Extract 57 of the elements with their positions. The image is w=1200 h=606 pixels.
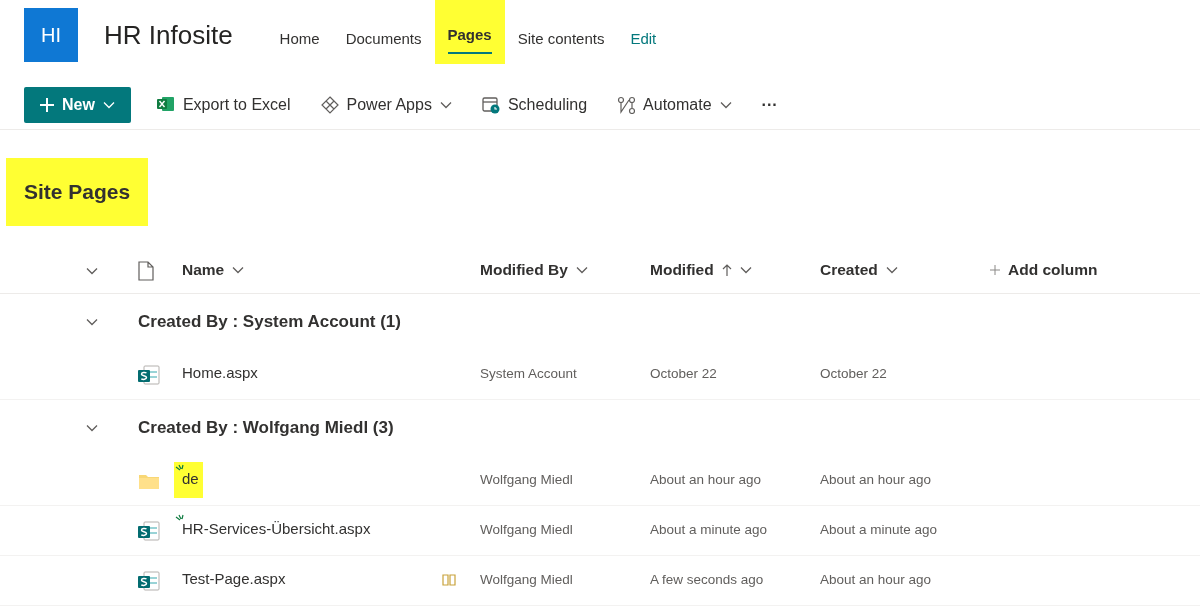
file-name-link[interactable]: HR-Services-Übersicht.aspx bbox=[174, 511, 375, 549]
table-cell-text: Wolfgang Miedl bbox=[480, 470, 574, 489]
column-header[interactable]: Created bbox=[820, 258, 898, 282]
chevron-down-icon bbox=[102, 100, 115, 109]
table-cell-text: A few seconds ago bbox=[650, 570, 765, 589]
site-title: HR Infosite bbox=[104, 19, 233, 52]
plus-icon bbox=[990, 265, 1000, 275]
arrow-up-icon bbox=[721, 264, 732, 276]
list-row[interactable]: HR-Services-Übersicht.aspx Wolfgang Miedl About a minute ago About a minute ago bbox=[0, 505, 1200, 556]
list-row[interactable]: de Wolfgang Miedl About an hour ago About an hour ago bbox=[0, 455, 1200, 506]
chevron-down-icon bbox=[885, 266, 898, 274]
toolbar-button[interactable]: Export to Excel bbox=[152, 92, 295, 117]
file-icon bbox=[138, 261, 154, 282]
chevron-down-icon bbox=[232, 266, 245, 274]
group-header: Created By : System Account (1) bbox=[138, 310, 402, 333]
table-cell-text: About a minute ago bbox=[820, 520, 939, 539]
table-cell-text: About a minute ago bbox=[650, 520, 769, 539]
list-row[interactable]: Test-Page.aspx Wolfgang Miedl A few seconds ago About an hour ago bbox=[0, 555, 1200, 606]
nav-link[interactable]: Home bbox=[266, 0, 333, 64]
chevron-down-icon bbox=[439, 100, 452, 109]
table-cell-text: About an hour ago bbox=[820, 570, 933, 589]
column-header[interactable]: Name bbox=[182, 258, 245, 282]
calendar-clock-icon bbox=[481, 95, 500, 114]
nav-link[interactable]: Documents bbox=[332, 0, 435, 64]
table-cell-text: System Account bbox=[480, 364, 578, 383]
flow-icon bbox=[617, 95, 636, 114]
chevron-down-icon bbox=[575, 266, 588, 274]
column-header[interactable]: Modified By bbox=[480, 258, 588, 282]
site-logo[interactable]: HI bbox=[24, 8, 78, 62]
file-name-link[interactable]: de bbox=[174, 461, 203, 499]
add-column-button[interactable]: Add column bbox=[990, 258, 1098, 282]
table-cell-text: About an hour ago bbox=[650, 470, 763, 489]
table-cell-text: October 22 bbox=[650, 364, 718, 383]
table-cell-text: Wolfgang Miedl bbox=[480, 520, 574, 539]
toolbar-button[interactable]: Automate bbox=[613, 92, 736, 117]
chevron-down-icon bbox=[739, 266, 752, 274]
chevron-down-icon bbox=[719, 100, 732, 109]
chevron-down-icon bbox=[86, 267, 98, 276]
more-button[interactable]: ··· bbox=[757, 92, 782, 117]
table-cell-text: October 22 bbox=[820, 364, 888, 383]
list-row[interactable]: Home.aspx System Account October 22 October 22 bbox=[0, 349, 1200, 400]
toolbar-button[interactable]: Scheduling bbox=[477, 92, 592, 117]
plus-icon bbox=[40, 97, 54, 112]
new-button[interactable]: New bbox=[24, 86, 131, 123]
edit-link[interactable]: Edit bbox=[617, 0, 670, 64]
list-title: Site Pages bbox=[6, 158, 149, 226]
excel-icon bbox=[156, 95, 175, 114]
diamond-icon bbox=[320, 95, 339, 114]
file-name-link[interactable]: Home.aspx bbox=[174, 355, 262, 393]
table-cell-text: About an hour ago bbox=[820, 470, 933, 489]
table-cell-text: Wolfgang Miedl bbox=[480, 570, 574, 589]
column-header[interactable]: Modified bbox=[650, 258, 752, 282]
nav-link[interactable]: Pages bbox=[434, 0, 505, 64]
nav-link[interactable]: Site contents bbox=[504, 0, 618, 64]
file-name-link[interactable]: Test-Page.aspx bbox=[174, 561, 290, 599]
group-header: Created By : Wolfgang Miedl (3) bbox=[138, 416, 395, 439]
toolbar-button[interactable]: Power Apps bbox=[316, 92, 456, 117]
